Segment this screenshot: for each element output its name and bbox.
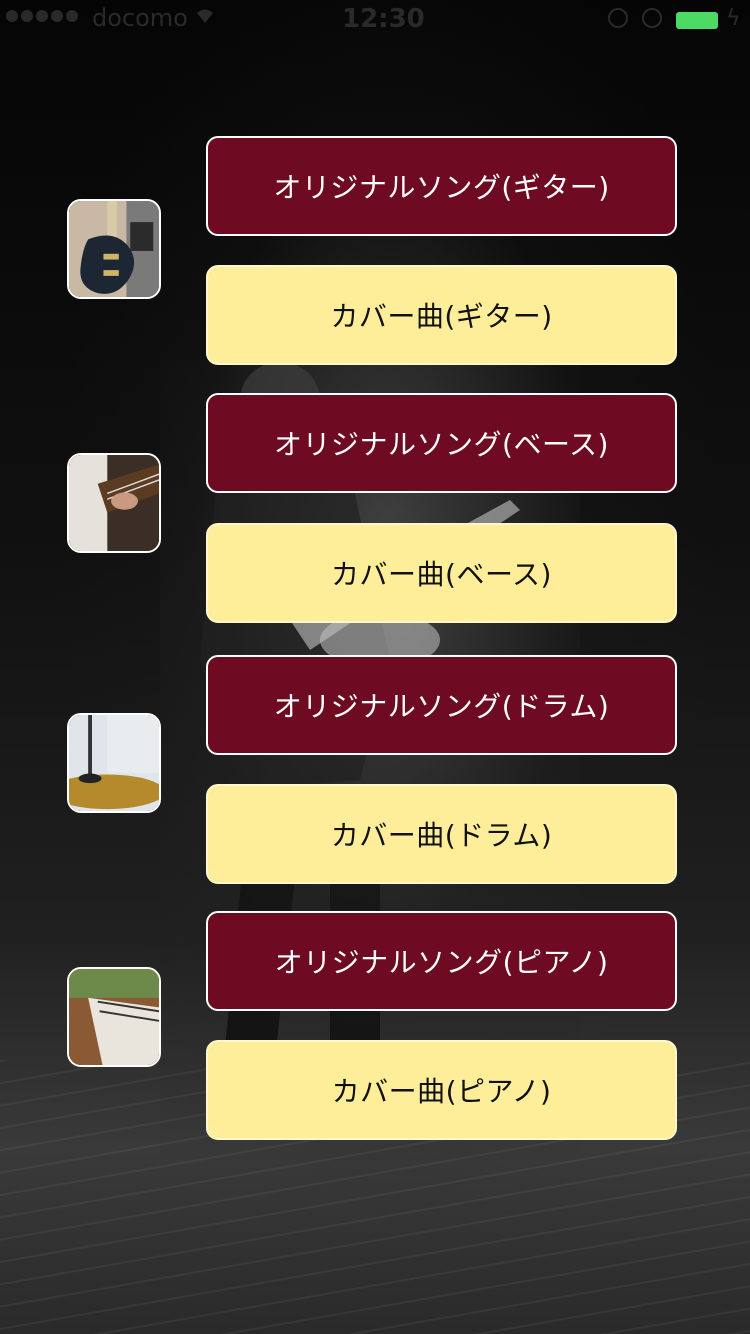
original-song-piano-button[interactable]: オリジナルソング(ピアノ) [206, 911, 677, 1011]
wifi-icon [197, 9, 213, 23]
status-bar: docomo 12:30 ϟ [0, 0, 750, 40]
bass-guitar-photo [69, 455, 159, 551]
drum-thumbnail [67, 713, 161, 813]
alarm-icon [642, 8, 662, 28]
cover-song-bass-button[interactable]: カバー曲(ベース) [206, 523, 677, 623]
guitar-thumbnail [67, 199, 161, 299]
carrier-label: docomo [92, 4, 188, 32]
signal-strength-icon [6, 10, 78, 22]
cover-song-piano-button[interactable]: カバー曲(ピアノ) [206, 1040, 677, 1140]
original-song-drum-button[interactable]: オリジナルソング(ドラム) [206, 655, 677, 755]
charging-bolt-icon: ϟ [726, 6, 741, 31]
electric-guitar-photo [69, 201, 159, 297]
orientation-lock-icon [608, 8, 628, 28]
cymbal-photo [69, 715, 159, 811]
cover-song-drum-button[interactable]: カバー曲(ドラム) [206, 784, 677, 884]
piano-keys-photo [69, 969, 159, 1065]
original-song-guitar-button[interactable]: オリジナルソング(ギター) [206, 136, 677, 236]
bass-thumbnail [67, 453, 161, 553]
battery-icon [676, 12, 718, 29]
cover-song-guitar-button[interactable]: カバー曲(ギター) [206, 265, 677, 365]
status-time: 12:30 [342, 4, 425, 34]
piano-thumbnail [67, 967, 161, 1067]
original-song-bass-button[interactable]: オリジナルソング(ベース) [206, 393, 677, 493]
